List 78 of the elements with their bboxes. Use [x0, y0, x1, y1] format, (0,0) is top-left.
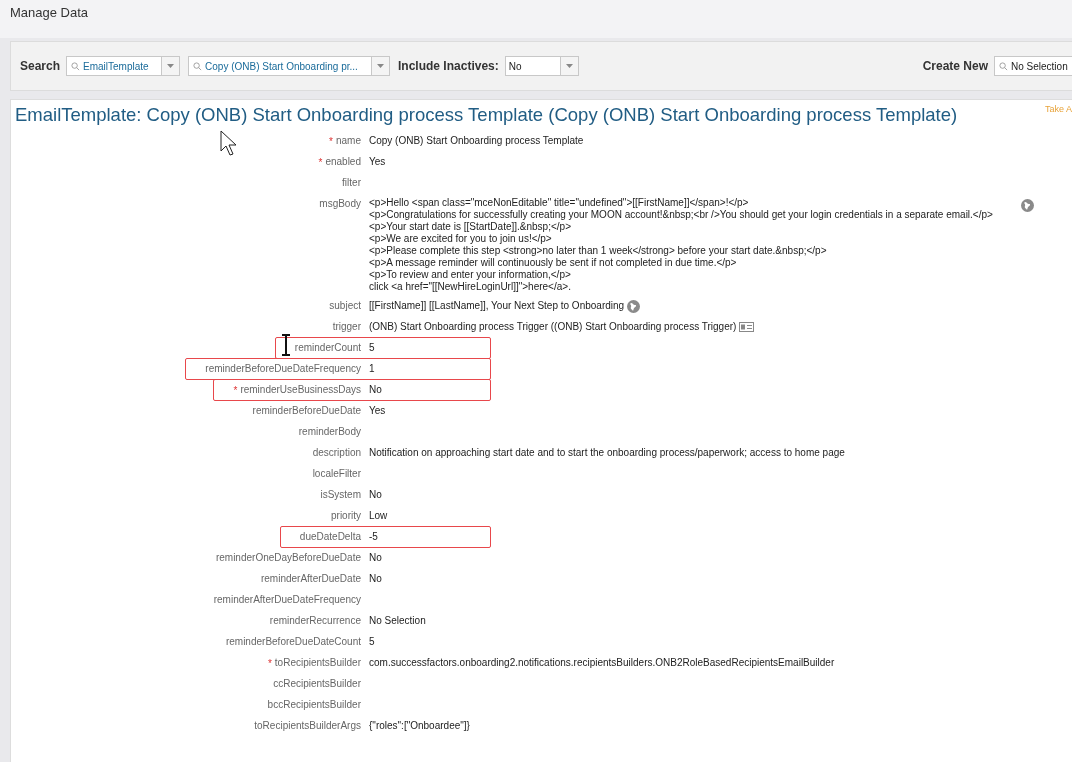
- field-value: com.successfactors.onboarding2.notifications.recipientsBuilders.ONB2RoleBasedRecipientsEmailBuilder: [369, 656, 835, 670]
- field-label: enabled: [325, 155, 361, 169]
- field-value: <p>We are excited for you to join us!</p>: [369, 233, 553, 245]
- caret-icon: [167, 64, 175, 68]
- field-value: 5: [369, 635, 375, 649]
- field-value: {"roles":["Onboardee"]}: [369, 719, 470, 733]
- field-label: reminderCount: [294, 341, 361, 355]
- field-value: 1: [369, 362, 375, 376]
- field-value: Low: [369, 509, 388, 523]
- globe-icon[interactable]: [627, 299, 641, 313]
- inactives-select[interactable]: No: [504, 56, 579, 76]
- required-asterisk: *: [233, 384, 238, 396]
- type-select[interactable]: EmailTemplate: [66, 56, 181, 76]
- field-value: Copy (ONB) Start Onboarding process Template: [369, 134, 584, 148]
- search-icon: [71, 61, 81, 71]
- field-label: msgBody: [319, 197, 361, 211]
- field-value: -5: [369, 530, 378, 544]
- search-icon: [999, 61, 1008, 71]
- field-value: <p>To review and enter your information,</p>: [369, 269, 572, 281]
- field-label: filter: [342, 176, 361, 190]
- field-label: toRecipientsBuilderArgs: [254, 719, 361, 733]
- search-label: Search: [20, 59, 61, 73]
- text-cursor-icon: [281, 334, 291, 356]
- field-value: Notification on approaching start date and to start the onboarding process/paperwork; access to home page: [369, 446, 845, 460]
- page-title: Manage Data: [10, 4, 89, 20]
- field-label: reminderBeforeDueDateFrequency: [205, 362, 361, 376]
- field-value: [[FirstName]] [[LastName]], Your Next Step to Onboarding: [369, 299, 625, 313]
- field-label: subject: [329, 299, 361, 313]
- dropdown-button[interactable]: [161, 57, 180, 75]
- field-value: No: [369, 383, 382, 397]
- pointer-cursor-icon: [220, 130, 238, 156]
- required-asterisk: *: [267, 657, 272, 669]
- field-label: priority: [331, 509, 361, 523]
- include-inactives-label: Include Inactives:: [398, 59, 499, 73]
- field-value: <p>Please complete this step <strong>no later than 1 week</strong> before your start date.&nbsp;</p>: [369, 245, 828, 257]
- field-label: bccRecipientsBuilder: [267, 698, 361, 712]
- field-label: toRecipientsBuilder: [274, 656, 361, 670]
- field-label: description: [312, 446, 361, 460]
- required-asterisk: *: [329, 135, 333, 147]
- field-label: dueDateDelta: [299, 530, 361, 544]
- field-value: <p>Your start date is [[StartDate]].&nbsp;</p>: [369, 221, 572, 233]
- field-label: ccRecipientsBuilder: [273, 677, 361, 691]
- field-label: reminderBody: [298, 425, 361, 439]
- field-value: No: [369, 572, 382, 586]
- dropdown-button[interactable]: [559, 57, 578, 75]
- field-value: No: [369, 551, 382, 565]
- record-title: EmailTemplate: Copy (ONB) Start Onboarding process Template (Copy (ONB) Start Onboarding process Template): [15, 104, 958, 126]
- field-value: 5: [369, 341, 375, 355]
- field-value: <p>A message reminder will continuously be sent if not completed in due time.</p>: [369, 257, 738, 269]
- field-value: No: [369, 488, 382, 502]
- dropdown-button[interactable]: [371, 57, 390, 75]
- field-label: reminderAfterDueDate: [260, 572, 361, 586]
- create-new-label: Create New: [922, 59, 988, 73]
- field-label: reminderBeforeDueDateCount: [225, 635, 361, 649]
- record-select[interactable]: Copy (ONB) Start Onboarding pr...: [188, 56, 391, 76]
- caret-icon: [565, 64, 573, 68]
- card-icon[interactable]: [739, 322, 755, 332]
- globe-icon[interactable]: [1021, 199, 1034, 212]
- search-icon: [193, 61, 203, 71]
- field-label: reminderRecurrence: [269, 614, 361, 628]
- field-value: <p>Congratulations for successfully creating your MOON account!&nbsp;<br />You should get your login credentials in a separate email.</p>: [369, 209, 994, 221]
- field-value: No Selection: [369, 614, 426, 628]
- field-label: localeFilter: [312, 467, 361, 481]
- field-value: <p>Hello <span class="mceNonEditable" title="undefined">[[FirstName]]</span>!</p>: [369, 197, 750, 209]
- field-label: reminderAfterDueDateFrequency: [213, 593, 361, 607]
- field-label: reminderOneDayBeforeDueDate: [215, 551, 361, 565]
- required-asterisk: *: [318, 156, 323, 168]
- field-value: (ONB) Start Onboarding process Trigger ((ONB) Start Onboarding process Trigger): [369, 320, 737, 334]
- field-label: trigger: [332, 320, 361, 334]
- field-value: Yes: [369, 155, 386, 169]
- field-label: isSystem: [320, 488, 361, 502]
- field-label: reminderUseBusinessDays: [240, 383, 361, 397]
- field-label: reminderBeforeDueDate: [252, 404, 361, 418]
- create-new-select[interactable]: No Selection: [994, 56, 1072, 76]
- field-label: name: [336, 134, 361, 148]
- caret-icon: [377, 64, 385, 68]
- field-value: click <a href="[[NewHireLoginUrl]]">here</a>.: [369, 281, 572, 293]
- field-value: Yes: [369, 404, 386, 418]
